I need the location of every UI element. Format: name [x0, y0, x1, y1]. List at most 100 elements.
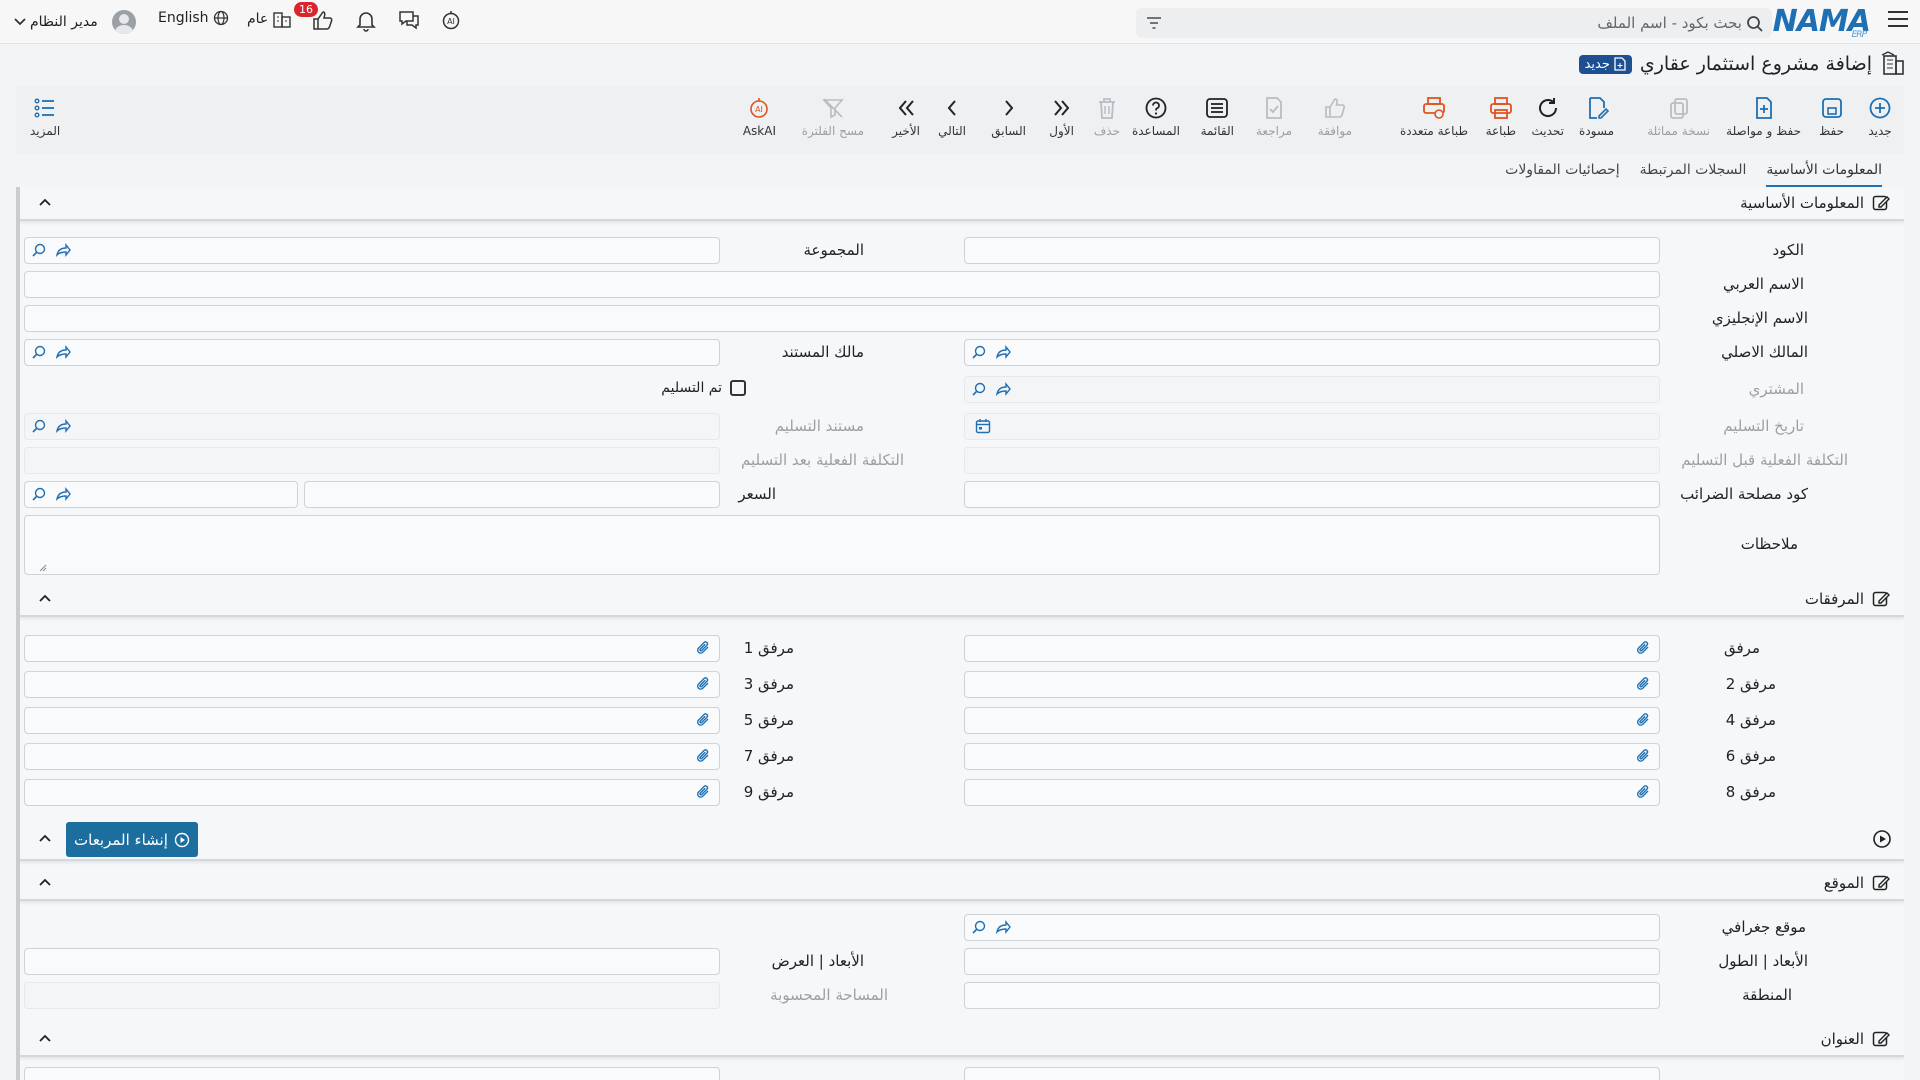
- search-input[interactable]: بحث بكود - اسم الملف: [1597, 14, 1742, 32]
- new-button[interactable]: جديد: [1868, 96, 1892, 138]
- messages-button[interactable]: [398, 10, 420, 30]
- paperclip-icon[interactable]: [695, 676, 711, 696]
- length-input[interactable]: [964, 948, 1660, 975]
- tab-contracting-stats[interactable]: إحصائيات المقاولات: [1505, 158, 1620, 187]
- calc-area-input[interactable]: [24, 982, 720, 1009]
- ai-assistant-button[interactable]: AI: [440, 10, 462, 30]
- clear-filter-button[interactable]: مسح الفلترة: [802, 96, 864, 138]
- share-icon[interactable]: [55, 418, 71, 438]
- share-icon[interactable]: [995, 381, 1011, 401]
- share-icon[interactable]: [55, 344, 71, 364]
- group-select[interactable]: [24, 237, 720, 264]
- paperclip-icon[interactable]: [695, 712, 711, 732]
- paperclip-icon[interactable]: [695, 640, 711, 660]
- chevron-up-icon[interactable]: [38, 831, 52, 845]
- delivery-date-input[interactable]: [964, 413, 1660, 440]
- share-icon[interactable]: [995, 919, 1011, 939]
- search-refresh-icon[interactable]: [31, 242, 47, 262]
- search-bar[interactable]: بحث بكود - اسم الملف: [1136, 8, 1772, 38]
- code-input[interactable]: [964, 237, 1660, 264]
- askai-button[interactable]: AI AskAI: [743, 96, 776, 138]
- search-refresh-icon[interactable]: [31, 344, 47, 364]
- chevron-up-icon[interactable]: [38, 591, 52, 605]
- geo-location-select[interactable]: [964, 914, 1660, 941]
- paperclip-icon[interactable]: [1635, 784, 1651, 804]
- paperclip-icon[interactable]: [1635, 676, 1651, 696]
- search-refresh-icon[interactable]: [31, 486, 47, 506]
- attachment-6-input[interactable]: [964, 743, 1660, 770]
- language-switch[interactable]: English: [158, 10, 229, 26]
- attachment-2-input[interactable]: [964, 671, 1660, 698]
- tab-basic-info[interactable]: المعلومات الأساسية: [1766, 158, 1882, 187]
- refresh-button[interactable]: تحديث: [1531, 96, 1564, 138]
- attachment-1-input[interactable]: [24, 635, 720, 662]
- delivered-checkbox[interactable]: [730, 380, 746, 396]
- address-section-header[interactable]: العنوان: [20, 1023, 1904, 1057]
- attachment-input[interactable]: [964, 635, 1660, 662]
- user-menu[interactable]: مدير النظام: [14, 10, 136, 34]
- tax-code-input[interactable]: [964, 481, 1660, 508]
- scope-selector[interactable]: عام: [247, 10, 292, 28]
- app-logo[interactable]: NAMA ERP: [1773, 4, 1871, 40]
- chevron-up-icon[interactable]: [38, 1031, 52, 1045]
- save-button[interactable]: حفظ: [1819, 96, 1844, 138]
- paperclip-icon[interactable]: [1635, 748, 1651, 768]
- attachment-8-input[interactable]: [964, 779, 1660, 806]
- delivery-doc-select[interactable]: [24, 413, 720, 440]
- generate-squares-button[interactable]: إنشاء المربعات: [66, 822, 198, 857]
- address-field-2[interactable]: [24, 1067, 720, 1080]
- price-input[interactable]: [304, 481, 720, 508]
- save-continue-button[interactable]: حفظ و مواصلة: [1726, 96, 1801, 138]
- chevron-up-icon[interactable]: [38, 875, 52, 889]
- next-record-button[interactable]: التالي: [938, 96, 966, 138]
- search-refresh-icon[interactable]: [971, 919, 987, 939]
- delivered-checkbox-group[interactable]: تم التسليم: [661, 380, 746, 396]
- attachment-5-input[interactable]: [24, 707, 720, 734]
- approvals-button[interactable]: 16: [294, 2, 334, 30]
- list-button[interactable]: القائمة: [1201, 96, 1234, 138]
- paperclip-icon[interactable]: [1635, 640, 1651, 660]
- attachment-3-input[interactable]: [24, 671, 720, 698]
- width-input[interactable]: [24, 948, 720, 975]
- attachment-7-input[interactable]: [24, 743, 720, 770]
- basic-info-section-header[interactable]: المعلومات الأساسية: [20, 187, 1904, 221]
- location-section-header[interactable]: الموقع: [20, 867, 1904, 901]
- more-button[interactable]: المزيد: [30, 96, 60, 138]
- delete-button[interactable]: حذف: [1094, 96, 1120, 138]
- notes-textarea[interactable]: [24, 515, 1660, 575]
- share-icon[interactable]: [55, 486, 71, 506]
- print-button[interactable]: طباعة: [1486, 96, 1516, 138]
- approve-button[interactable]: موافقة: [1318, 96, 1352, 138]
- search-refresh-icon[interactable]: [971, 344, 987, 364]
- arabic-name-input[interactable]: [24, 271, 1660, 298]
- english-name-input[interactable]: [24, 305, 1660, 332]
- help-button[interactable]: المساعدة: [1132, 96, 1180, 138]
- first-record-button[interactable]: الأول: [1049, 96, 1074, 138]
- paperclip-icon[interactable]: [695, 784, 711, 804]
- attachments-section-header[interactable]: المرفقات: [20, 583, 1904, 617]
- share-icon[interactable]: [995, 344, 1011, 364]
- filter-icon[interactable]: [1146, 16, 1162, 34]
- multi-print-button[interactable]: طباعة متعددة: [1400, 96, 1468, 138]
- cost-before-input[interactable]: [964, 447, 1660, 474]
- play-circle-icon[interactable]: [1872, 829, 1892, 849]
- doc-owner-select[interactable]: [24, 339, 720, 366]
- area-input[interactable]: [964, 982, 1660, 1009]
- price-currency-select[interactable]: [24, 481, 298, 508]
- original-owner-select[interactable]: [964, 339, 1660, 366]
- review-button[interactable]: مراجعة: [1256, 96, 1292, 138]
- search-icon[interactable]: [1746, 15, 1764, 37]
- cost-after-input[interactable]: [24, 447, 720, 474]
- notifications-button[interactable]: [356, 10, 376, 32]
- buyer-select[interactable]: [964, 376, 1660, 403]
- paperclip-icon[interactable]: [1635, 712, 1651, 732]
- tab-related-records[interactable]: السجلات المرتبطة: [1640, 158, 1747, 187]
- prev-record-button[interactable]: السابق: [991, 96, 1026, 138]
- menu-icon[interactable]: [1888, 11, 1908, 29]
- draft-button[interactable]: مسودة: [1579, 96, 1614, 138]
- search-refresh-icon[interactable]: [31, 418, 47, 438]
- resize-handle-icon[interactable]: [39, 564, 47, 572]
- copy-button[interactable]: نسخة مماثلة: [1647, 96, 1710, 138]
- search-refresh-icon[interactable]: [971, 381, 987, 401]
- address-field-1[interactable]: [964, 1067, 1660, 1080]
